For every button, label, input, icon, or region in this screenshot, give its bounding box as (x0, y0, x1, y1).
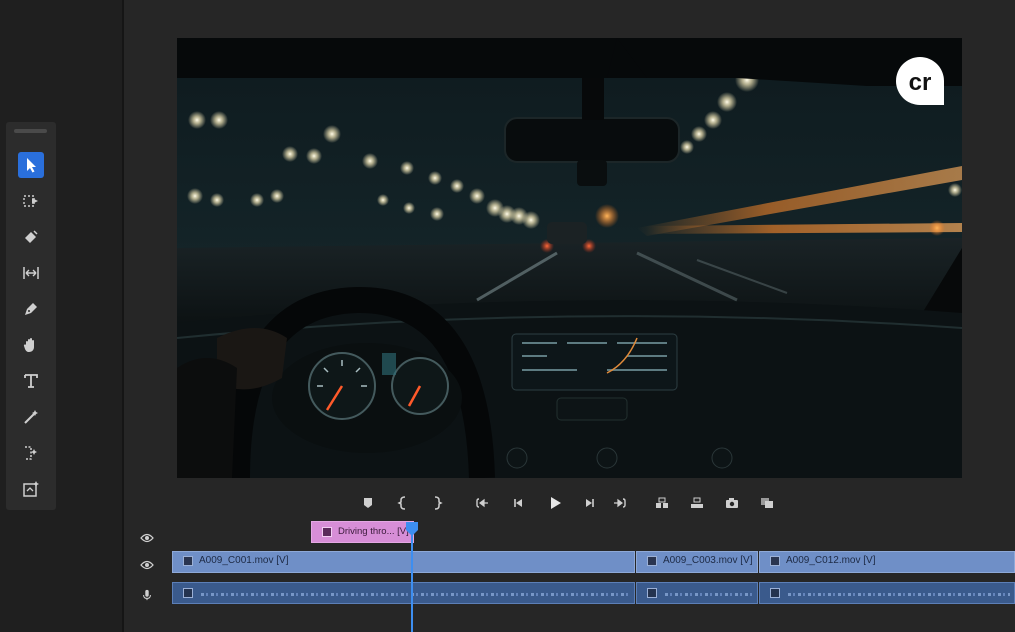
track-select-tool[interactable] (18, 188, 44, 214)
audio-waveform (201, 593, 630, 596)
mark-out-icon (434, 496, 443, 510)
video-clip[interactable]: A009_C003.mov [V] (636, 551, 758, 573)
eye-icon (140, 533, 154, 543)
compare-view-icon (761, 498, 773, 508)
clip-label: Driving thro... [V] (338, 526, 409, 537)
night-driving-frame (177, 38, 962, 478)
slip-tool[interactable] (18, 260, 44, 286)
track-select-forward-icon (23, 195, 38, 207)
brand-logo: cr (896, 57, 944, 105)
tools-panel (6, 122, 56, 510)
step-back-icon (514, 499, 522, 507)
playhead-line[interactable] (411, 528, 413, 632)
clip-label: A009_C012.mov [V] (786, 555, 876, 566)
ripple-edit-tool[interactable] (18, 224, 44, 250)
compare-view-button[interactable] (756, 492, 778, 514)
selection-tool[interactable] (18, 152, 44, 178)
hand-icon (23, 338, 34, 352)
clip-label: A009_C001.mov [V] (199, 555, 289, 566)
mark-in-button[interactable] (392, 492, 414, 514)
playhead-handle[interactable] (404, 521, 420, 537)
audio-clip[interactable] (759, 582, 1015, 604)
play-button[interactable] (544, 492, 566, 514)
slip-icon (23, 267, 39, 279)
pen-icon (25, 303, 37, 315)
lift-button[interactable] (651, 492, 673, 514)
audio-waveform (665, 593, 753, 596)
export-frame-button[interactable] (721, 492, 743, 514)
lift-icon (656, 497, 668, 508)
frame-hold-tool[interactable] (18, 476, 44, 502)
go-to-in-icon (476, 498, 488, 508)
video-clip[interactable]: A009_C012.mov [V] (759, 551, 1015, 573)
go-to-in-button[interactable] (471, 492, 493, 514)
clip-label: A009_C003.mov [V] (663, 555, 753, 566)
graphics-clip[interactable]: Driving thro... [V] (311, 521, 414, 543)
go-to-out-button[interactable] (609, 492, 631, 514)
fx-badge-icon (322, 527, 332, 537)
mark-in-icon (397, 496, 406, 510)
ripple-edit-icon (25, 230, 38, 243)
tools-panel-grip[interactable] (14, 129, 47, 133)
fx-badge-icon (183, 588, 193, 598)
generative-extend-icon (25, 446, 37, 460)
export-frame-icon (726, 498, 738, 508)
fx-badge-icon (770, 556, 780, 566)
microphone-icon (143, 589, 151, 601)
video-preview: cr (177, 38, 962, 478)
fx-badge-icon (647, 588, 657, 598)
step-forward-icon (586, 499, 594, 507)
go-to-out-icon (614, 498, 626, 508)
mark-out-button[interactable] (426, 492, 448, 514)
track-v1-visibility-toggle[interactable] (138, 557, 156, 573)
track-v3-visibility-toggle[interactable] (138, 530, 156, 546)
fx-badge-icon (183, 556, 193, 566)
audio-clip[interactable] (636, 582, 758, 604)
play-icon (551, 497, 561, 509)
magic-wand-tool[interactable] (18, 404, 44, 430)
frame-icon (23, 481, 39, 497)
fx-badge-icon (770, 588, 780, 598)
arrow-pointer-icon (27, 158, 36, 173)
magic-wand-icon (24, 410, 38, 424)
audio-clip[interactable] (172, 582, 635, 604)
type-tool[interactable] (18, 368, 44, 394)
step-forward-button[interactable] (579, 492, 601, 514)
eye-icon (140, 560, 154, 570)
add-marker-button[interactable] (357, 492, 379, 514)
fx-badge-icon (647, 556, 657, 566)
add-marker-icon (364, 498, 372, 508)
extract-icon (691, 497, 703, 508)
step-back-button[interactable] (507, 492, 529, 514)
track-a1-voiceover-record[interactable] (138, 587, 156, 603)
svg-text:cr: cr (909, 69, 932, 96)
video-clip[interactable]: A009_C001.mov [V] (172, 551, 635, 573)
audio-waveform (788, 593, 1010, 596)
hand-tool[interactable] (18, 332, 44, 358)
pen-tool[interactable] (18, 296, 44, 322)
generative-extend-tool[interactable] (18, 440, 44, 466)
extract-button[interactable] (686, 492, 708, 514)
type-icon (24, 374, 38, 388)
